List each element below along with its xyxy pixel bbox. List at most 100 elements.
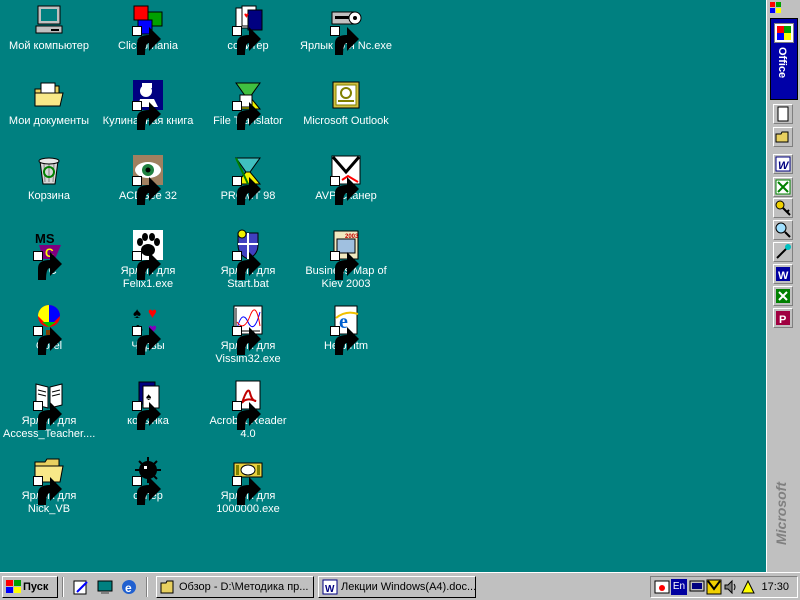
network-tray-icon[interactable] (740, 579, 756, 595)
desktop-icon-solitaire-kosynka[interactable]: ♠ косынка (102, 377, 194, 428)
svg-text:MS: MS (35, 231, 55, 246)
desktop-icon-vc[interactable]: MS C VC (3, 227, 95, 278)
desktop-icon-label: Мои документы (8, 115, 90, 127)
desktop-icon-acdsee[interactable]: ACDSee 32 (102, 152, 194, 203)
windows-flag-icon (6, 580, 21, 593)
desktop-monitor-icon (97, 580, 113, 594)
start-button[interactable]: Пуск (2, 576, 58, 598)
desktop-icon-acrobat-reader[interactable]: Acrobat Reader 4.0 (202, 377, 294, 441)
desktop-icon-label: Корзина (28, 190, 70, 202)
shortcut-arrow-icon (331, 327, 363, 359)
monitor-tray-icon[interactable] (689, 579, 705, 595)
desktop-icon-help-htm[interactable]: e Help.htm (300, 302, 392, 353)
start-button-label: Пуск (23, 581, 49, 593)
scheduler-icon[interactable] (654, 579, 670, 595)
system-tray: En 17:30 (650, 576, 798, 598)
taskbar-task-explorer[interactable]: Обзор - D:\Методика пр... (156, 576, 314, 598)
internet-explorer-icon: e (122, 580, 136, 595)
excel-icon (775, 179, 791, 195)
quick-launch-notepad[interactable] (72, 578, 90, 596)
office-excel-document-button[interactable] (773, 286, 793, 306)
word-icon: W (775, 156, 791, 172)
desktop-icon-nick-vb[interactable]: Ярлык для Nick_VB (3, 452, 95, 516)
shortcut-arrow-icon (233, 27, 265, 59)
desktop-icon-cookbook[interactable]: Кулинарная книга (102, 77, 194, 128)
desktop-icon-corel[interactable]: Corel (3, 302, 95, 353)
shortcut-arrow-icon (233, 402, 265, 434)
desktop-icon-promt[interactable]: PROMT 98 (202, 152, 294, 203)
language-indicator[interactable]: En (671, 579, 687, 595)
office-excel-button[interactable] (773, 177, 793, 197)
shortcut-arrow-icon (133, 252, 165, 284)
task-label: Лекции Windows(A4).doc... (341, 581, 476, 593)
desktop-icon-avp-scanner[interactable]: AVP Сканер (300, 152, 392, 203)
desktop-icon-my-documents[interactable]: Мои документы (3, 77, 95, 128)
desktop-icon-label: Microsoft Outlook (303, 115, 389, 127)
desktop-icon-recycle-bin[interactable]: Корзина (3, 152, 95, 203)
desktop-icon-solitaire[interactable]: ♥ солитер (202, 2, 294, 53)
office-shortcut-bar: Office W W P Microsoft (766, 0, 800, 572)
powerpoint-icon: P (776, 311, 790, 326)
microsoft-brand-text: Microsoft (773, 482, 789, 545)
office-bar-menu-button[interactable] (770, 2, 782, 14)
folder-icon (34, 82, 64, 107)
taskbar: Пуск e Обзор - D:\Методика пр... W Лекци… (0, 572, 800, 600)
desktop-icon-nc[interactable]: Ярлык для Nc.exe (300, 2, 392, 53)
task-label: Обзор - D:\Методика пр... (179, 581, 309, 593)
volume-icon[interactable] (723, 579, 739, 595)
desktop-icon-outlook[interactable]: Microsoft Outlook (300, 77, 392, 128)
shortcut-arrow-icon (133, 402, 165, 434)
magnifier-icon (775, 222, 791, 238)
desktop-icon-access-teacher[interactable]: Ярлык для Access_Teacher.... (3, 377, 95, 441)
shortcut-arrow-icon (133, 327, 165, 359)
shortcut-arrow-icon (34, 327, 66, 359)
desktop-icon-clickomania[interactable]: Clickomania (102, 2, 194, 53)
svg-text:W: W (778, 160, 790, 172)
office-logo-icon (774, 23, 794, 43)
desktop-icon-1000000[interactable]: Ярлык для 1000000.exe (202, 452, 294, 516)
desktop-icon-label: Мой компьютер (8, 40, 90, 52)
word-document-icon: W (322, 579, 338, 595)
shortcut-arrow-icon (233, 327, 265, 359)
desktop-icon-vissim[interactable]: Ярлык для Vissim32.exe (202, 302, 294, 366)
shortcut-arrow-icon (133, 102, 165, 134)
office-powerpoint-button[interactable]: P (773, 308, 793, 328)
office-open-document-button[interactable] (773, 127, 793, 147)
office-find-button[interactable] (773, 220, 793, 240)
word-document-icon: W (776, 267, 790, 282)
computer-icon (35, 5, 63, 34)
wizard-icon (776, 244, 791, 259)
shortcut-arrow-icon (34, 252, 66, 284)
desktop-icon-my-computer[interactable]: Мой компьютер (3, 2, 95, 53)
antivirus-tray-icon[interactable] (706, 579, 722, 595)
desktop-icon-hearts[interactable]: ♠ ♥ ♣ ♥ Червы (102, 302, 194, 353)
svg-text:♥: ♥ (244, 11, 249, 20)
desktop-icon-minesweeper[interactable]: сапер (102, 452, 194, 503)
office-new-document-button[interactable] (773, 104, 793, 124)
office-word-button[interactable]: W (773, 154, 793, 174)
svg-text:W: W (325, 584, 335, 595)
desktop-icon-file-translator[interactable]: File Translator (202, 77, 294, 128)
office-word-document-button[interactable]: W (773, 264, 793, 284)
taskbar-clock[interactable]: 17:30 (761, 577, 789, 597)
office-toolbar-tab[interactable]: Office (770, 18, 798, 100)
windows-logo-icon (770, 2, 781, 13)
shortcut-arrow-icon (34, 477, 66, 509)
svg-text:2003: 2003 (345, 234, 359, 240)
outlook-icon (332, 81, 360, 109)
svg-text:♥: ♥ (148, 305, 157, 322)
desktop: Мой компьютер Мои документы Корзина MS C… (0, 0, 766, 572)
quick-launch-internet-explorer[interactable]: e (120, 578, 138, 596)
desktop-icon-start-bat[interactable]: Ярлык для Start.bat (202, 227, 294, 291)
office-key-button[interactable] (773, 198, 793, 218)
shortcut-arrow-icon (331, 177, 363, 209)
taskbar-task-word-document[interactable]: W Лекции Windows(A4).doc... (318, 576, 476, 598)
shortcut-arrow-icon (133, 477, 165, 509)
quick-launch-show-desktop[interactable] (96, 578, 114, 596)
taskbar-separator (62, 577, 64, 597)
desktop-icon-business-map[interactable]: 2003 Business Map of Kiev 2003 (300, 227, 392, 291)
desktop-icon-felix[interactable]: Ярлык для Felix1.exe (102, 227, 194, 291)
key-icon (775, 200, 791, 216)
office-answer-wizard-button[interactable] (773, 242, 793, 262)
recycle-bin-icon (38, 157, 60, 185)
